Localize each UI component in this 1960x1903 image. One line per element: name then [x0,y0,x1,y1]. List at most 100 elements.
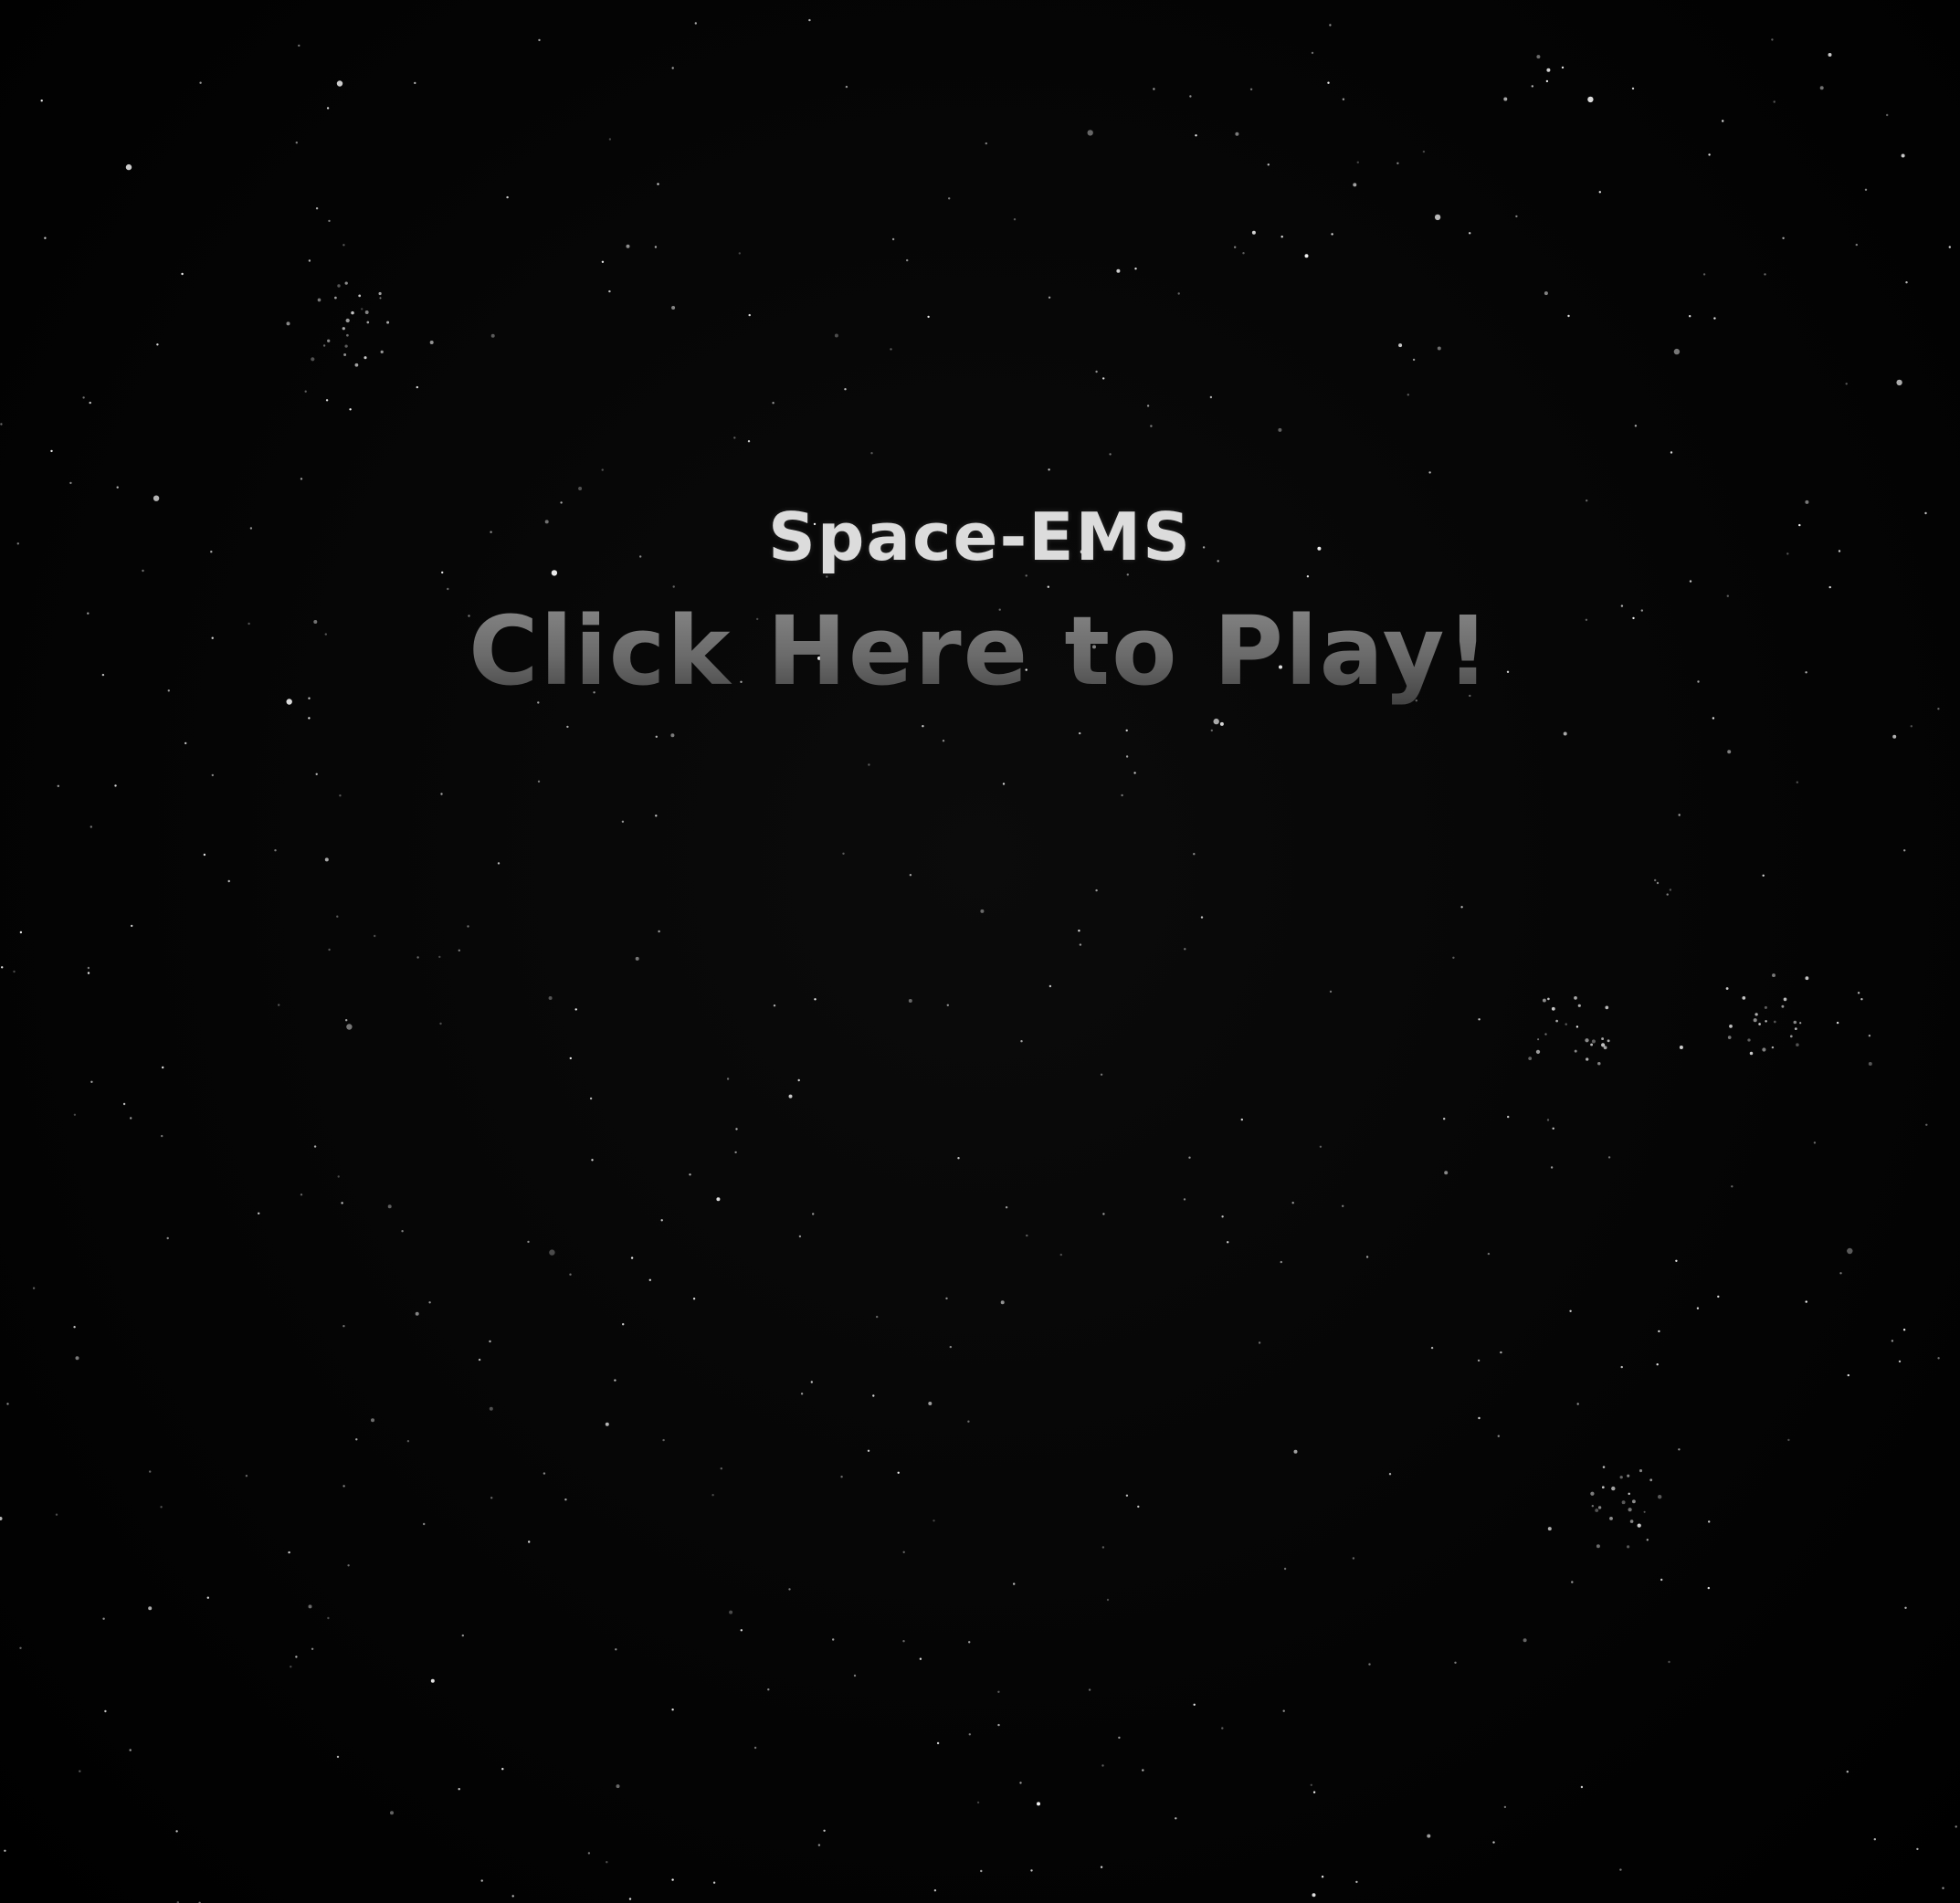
star [537,780,541,783]
star [1118,1736,1121,1740]
star [734,1151,737,1154]
star [876,1315,879,1319]
star [655,815,658,817]
game-screen[interactable]: Space-EMS Click Here to Play! [0,0,1960,1903]
star [942,740,945,742]
star [1902,1329,1906,1331]
star [1725,987,1729,990]
star [1596,1544,1600,1549]
star [227,879,230,883]
star [342,244,345,247]
star [927,315,930,319]
star [87,966,90,970]
star [1210,729,1214,732]
star [341,1202,343,1204]
star [670,733,675,738]
star [1666,893,1669,896]
star [501,1768,504,1771]
star [928,1402,933,1405]
star [274,849,277,852]
star [1591,1039,1596,1044]
star [75,1356,79,1361]
star [315,207,319,210]
star [1619,1476,1623,1479]
game-title: Space-EMS [767,499,1193,575]
star [1478,1416,1481,1420]
star [1087,130,1093,136]
star [569,1273,572,1276]
star [308,717,311,720]
star [361,308,364,310]
star [416,385,418,389]
star [635,956,639,961]
star [1654,878,1657,882]
star [354,363,359,367]
star [345,1019,348,1022]
play-button[interactable]: Click Here to Play! [0,592,1960,710]
star [1102,377,1105,380]
star [1937,1357,1940,1360]
star [1312,1791,1316,1793]
star [1868,1035,1871,1037]
star [1368,1663,1371,1666]
star [156,343,159,346]
star [1678,814,1681,816]
star [1749,1051,1754,1056]
star [671,1708,674,1711]
star [1213,718,1219,725]
star [1753,1018,1757,1023]
star [1755,1013,1758,1016]
star [1575,1025,1579,1028]
star [671,67,674,69]
star [1258,1341,1261,1344]
star [131,924,133,928]
star [339,794,342,797]
star [997,1723,1000,1727]
star [798,1235,802,1238]
star [490,333,495,338]
star [1249,88,1253,91]
star [1673,348,1681,355]
star [1125,729,1128,732]
star [1731,1185,1733,1188]
star [1037,1802,1040,1806]
star [1267,163,1270,166]
star [428,1301,431,1304]
star [355,1438,358,1441]
star [1643,1510,1646,1513]
star [842,852,845,855]
star [439,1022,442,1025]
star [317,298,321,302]
star [1,966,4,969]
star [1342,1204,1344,1208]
star [788,1588,791,1591]
star [1845,383,1848,385]
star [1855,243,1859,247]
star [1500,1351,1502,1354]
star [489,1340,491,1343]
star [823,1829,826,1833]
star [1101,1764,1104,1767]
star [957,1157,960,1160]
star [440,793,443,795]
star [1477,1359,1481,1362]
star [1125,755,1129,758]
star [1523,1638,1527,1643]
star [325,399,329,402]
star [1787,1438,1790,1442]
star [1444,1171,1449,1175]
star [497,862,501,865]
star [1412,358,1416,362]
star [1873,1838,1876,1841]
star [308,259,311,262]
star [1546,68,1551,72]
star [386,321,390,324]
star [808,18,811,22]
star [1327,81,1330,84]
star [1764,273,1766,276]
star [490,1497,493,1499]
star [1571,1581,1574,1583]
star [1193,853,1196,856]
star [543,1472,546,1475]
star [461,1634,464,1637]
